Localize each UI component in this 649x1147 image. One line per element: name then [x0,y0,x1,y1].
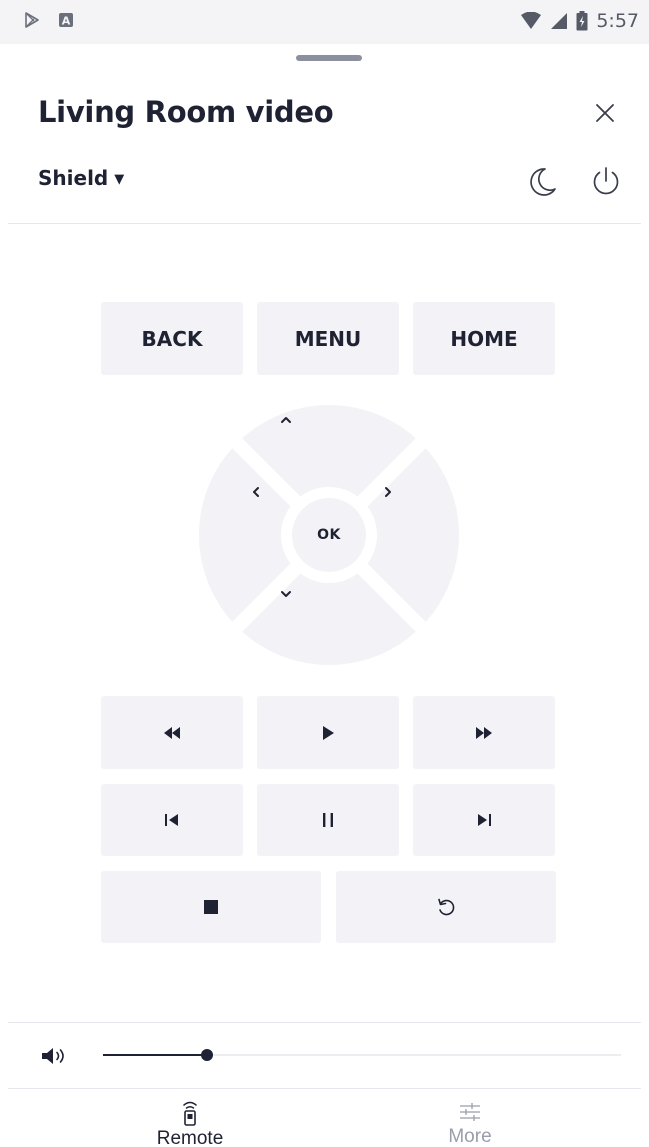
fast-forward-button[interactable] [413,696,555,769]
rewind-button[interactable] [101,696,243,769]
drag-handle[interactable] [296,55,362,61]
back-label: BACK [141,326,203,351]
pause-icon [323,813,333,827]
close-button[interactable] [588,96,622,130]
dpad: OK [199,405,459,665]
ok-button[interactable]: OK [292,498,366,572]
home-button[interactable]: HOME [413,302,555,375]
skip-previous-icon [165,814,178,826]
remote-icon [183,1101,197,1126]
dpad-down-button[interactable] [279,587,379,657]
play-button[interactable] [257,696,399,769]
replay-icon [438,898,455,916]
battery-icon [576,11,588,31]
volume-divider-top [8,1022,641,1023]
chevron-up-icon [281,417,291,423]
home-label: HOME [450,326,518,351]
pause-button[interactable] [257,784,399,856]
signal-icon [551,13,568,29]
volume-thumb[interactable] [200,1049,213,1061]
close-icon [596,104,614,122]
skip-next-button[interactable] [413,784,555,856]
bottom-nav-divider [8,1088,641,1089]
play-icon [323,725,334,740]
moon-icon [530,168,556,196]
sleep-button[interactable] [524,164,560,200]
fast-forward-icon [476,726,492,739]
replay-button[interactable] [336,871,556,943]
chevron-right-icon [385,487,391,497]
wifi-icon [521,12,542,29]
sliders-icon [460,1103,480,1121]
page-title: Living Room video [38,95,334,129]
volume-slider[interactable] [103,1049,621,1061]
nav-remote[interactable]: Remote [110,1100,270,1147]
svg-text:A: A [62,15,71,28]
chevron-down-icon [281,591,291,597]
status-bar: A 5:57 [0,0,649,44]
stop-button[interactable] [101,871,321,943]
stop-icon [204,900,218,914]
skip-previous-button[interactable] [101,784,243,856]
caret-down-icon: ▼ [114,171,125,187]
dpad-up-button[interactable] [279,413,379,483]
menu-button[interactable]: MENU [257,302,399,375]
back-button[interactable]: BACK [101,302,243,375]
dpad-right-button[interactable] [381,485,451,585]
ok-label: OK [317,527,341,543]
device-dropdown[interactable]: Shield ▼ [38,166,124,190]
play-store-icon [25,12,39,28]
menu-label: MENU [294,326,362,351]
rewind-icon [164,726,180,739]
nav-more[interactable]: More [390,1100,550,1147]
dpad-left-button[interactable] [207,485,277,585]
power-icon [593,167,619,195]
chevron-left-icon [253,487,259,497]
power-button[interactable] [588,163,624,199]
a-badge-icon: A [59,13,73,28]
nav-remote-label: Remote [156,1128,224,1147]
device-name: Shield [38,166,109,190]
nav-more-label: More [448,1126,492,1147]
skip-next-icon [478,814,491,826]
speaker-icon[interactable] [40,1046,70,1066]
status-time: 5:57 [596,10,639,32]
header-divider [8,223,641,224]
volume-fill [103,1054,207,1056]
